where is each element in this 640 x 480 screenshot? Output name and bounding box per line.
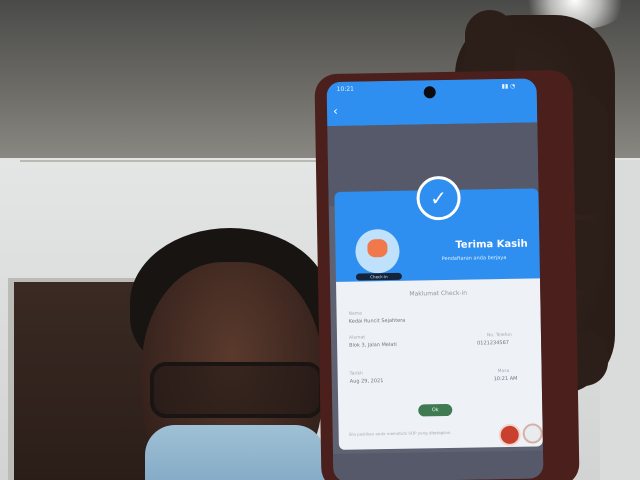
row-label: Tarikh [349,371,363,377]
row-label: Nama [348,311,362,317]
thank-you-title: Terima Kasih [455,238,528,251]
details-title: Maklumat Check-in [409,289,468,298]
row-label: Alamat [348,335,366,341]
partner-logo-icon [522,423,543,444]
phone-screen: 10:21 ▮▮ ◔ ‹ ✓ Check-in Terima Kasih Pen… [326,78,544,480]
status-icons: ▮▮ ◔ [501,82,516,91]
footer-note: Sila pastikan anda mematuhi SOP yang dit… [348,429,452,437]
row-value: Blok 3, Jalan Melati [349,341,397,349]
details-card: Maklumat Check-in Nama Kedai Runcit Seja… [336,278,543,450]
glasses [150,362,323,418]
row-value: 10:21 AM [493,375,518,383]
status-time: 10:21 [336,85,355,93]
wall-cable [20,160,320,162]
ok-button[interactable]: Ok [418,403,453,417]
mascot-tag: Check-in [355,272,402,281]
row-value: Aug 29, 2021 [349,378,384,385]
thank-you-subtitle: Pendaftaran anda berjaya [441,254,507,263]
row-label: No. Telefon [486,332,512,339]
smartphone: 10:21 ▮▮ ◔ ‹ ✓ Check-in Terima Kasih Pen… [314,69,580,480]
back-arrow-icon[interactable]: ‹ [333,104,347,118]
row-label: Masa [497,368,510,375]
check-icon: ✓ [429,185,448,211]
mysejahtera-logo-icon [498,423,521,447]
dim-overlay-bottom [333,450,544,480]
row-value: Kedai Runcit Sejahtera [348,317,406,325]
photo-scene: 10:21 ▮▮ ◔ ‹ ✓ Check-in Terima Kasih Pen… [0,0,640,480]
app-bar: 10:21 ▮▮ ◔ ‹ [326,78,538,127]
face-mask [145,425,325,480]
row-value: 0121234567 [477,339,509,347]
mascot-face [367,239,388,258]
